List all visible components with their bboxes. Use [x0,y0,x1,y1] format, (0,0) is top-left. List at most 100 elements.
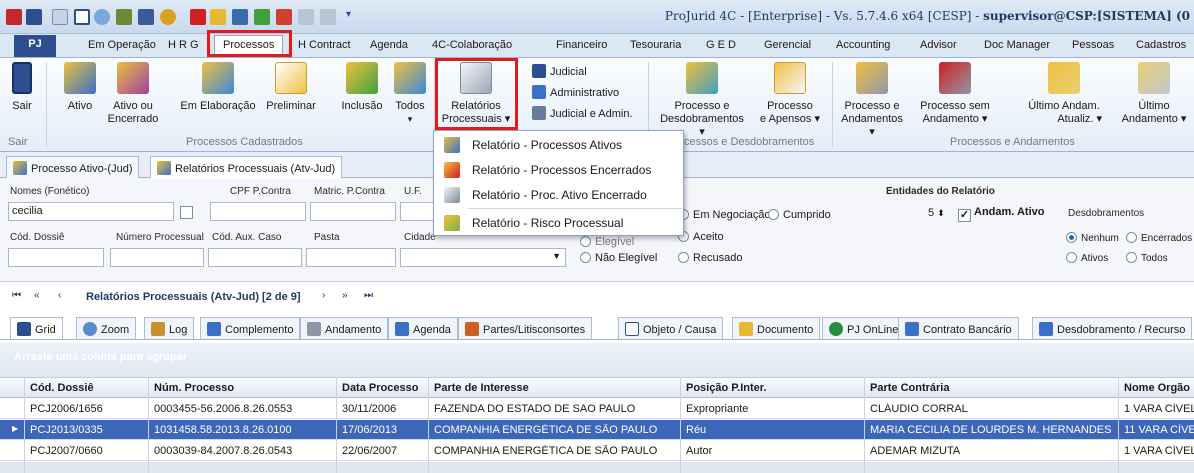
nomes-input[interactable]: cecilia [8,202,174,221]
matric-input[interactable] [310,202,396,221]
tab-doc-manager[interactable]: Doc Manager [984,39,1050,51]
radio-recusado[interactable]: Recusado [678,252,743,264]
tab-advisor[interactable]: Advisor [920,39,957,51]
radio-cumprido[interactable]: Cumprido [768,209,831,221]
export-icon[interactable] [320,9,336,25]
processo-andamentos-button[interactable]: Processo e Andamentos ▾ [838,62,906,139]
radio-nao-elegivel[interactable]: Não Elegível [580,252,657,264]
tab-complemento[interactable]: Complemento [200,317,301,339]
close-record-icon[interactable] [190,9,206,25]
andam-ativo-checkbox[interactable]: ✓ Andam. Ativo [958,206,1045,222]
tab-agenda[interactable]: Agenda [370,39,408,51]
radio-encerrados[interactable]: Encerrados [1126,232,1192,244]
filter-icon[interactable] [232,9,248,25]
window-icon[interactable] [74,9,90,25]
app-icon[interactable] [26,9,42,25]
table-row[interactable]: PCJ2006/1656 0003455-56.2006.8.26.0553 3… [0,399,1194,419]
tab-gerencial[interactable]: Gerencial [764,39,811,51]
prev-record-icon[interactable]: ‹ [58,290,61,301]
tab-contrato-bancario[interactable]: Contrato Bancário [898,317,1019,339]
tab-log[interactable]: Log [144,317,195,339]
group-by-area[interactable]: Arraste uma coluna para agrupar [0,343,1194,377]
app-menu-button[interactable]: PJ [14,35,56,57]
column-header-cod-dossie[interactable]: Cód. Dossiê [30,382,94,394]
table-row-selected[interactable]: ▶ PCJ2013/0335 1031458.58.2013.8.26.0100… [0,420,1194,440]
tab-h-contract[interactable]: H Contract [298,39,351,51]
next-page-icon[interactable]: » [342,290,348,301]
tab-financeiro[interactable]: Financeiro [556,39,607,51]
tab-pj-online[interactable]: PJ OnLine [822,317,906,339]
tab-andamento[interactable]: Andamento [300,317,389,339]
processo-sem-andamento-button[interactable]: Processo sem Andamento ▾ [914,62,996,126]
tab-grid[interactable]: Grid [10,317,63,339]
tab-cadastros[interactable]: Cadastros [1136,39,1186,51]
todos-button[interactable]: Todos ▾ [390,62,430,126]
uf-input[interactable] [400,202,434,221]
prev-page-icon[interactable]: « [34,290,40,301]
cpf-input[interactable] [210,202,306,221]
radio-aceito[interactable]: Aceito [678,231,724,243]
tab-zoom[interactable]: Zoom [76,317,137,339]
judicial-button[interactable]: Judicial [532,64,587,78]
tab-desdobramento-recurso[interactable]: Desdobramento / Recurso [1032,317,1193,339]
tab-documento[interactable]: Documento [732,317,821,339]
customize-toolbar-icon[interactable]: ▾ [346,9,362,25]
tab-ged[interactable]: G E D [706,39,736,51]
administrativo-button[interactable]: Administrativo [532,85,619,99]
inclusao-button[interactable]: Inclusão [338,62,386,113]
tab-em-operacao[interactable]: Em Operação [88,39,156,51]
tab-partes[interactable]: Partes/Litisconsortes [458,317,593,339]
table-row-partial[interactable] [0,462,1194,473]
next-record-icon[interactable]: › [322,290,325,301]
column-header-parte-contraria[interactable]: Parte Contrária [870,382,949,394]
menu-item-risco-processual[interactable]: Relatório - Risco Processual [434,211,683,235]
entidades-spinner[interactable]: 5 ⬍ [928,207,945,219]
tab-accounting[interactable]: Accounting [836,39,890,51]
sair-button[interactable]: Sair [4,62,40,113]
ultimo-andam-atualiz-button[interactable]: Último Andam. Atualiz. ▾ [1026,62,1102,126]
radio-nenhum[interactable]: Nenhum [1066,232,1119,244]
tab-hrg[interactable]: H R G [168,39,199,51]
em-elaboracao-button[interactable]: Em Elaboração [178,62,258,113]
tab-tesouraria[interactable]: Tesouraria [630,39,681,51]
quick-access-menu-icon[interactable] [52,9,68,25]
cod-dossie-input[interactable] [8,248,104,267]
column-header-data-processo[interactable]: Data Processo [342,382,418,394]
column-header-parte-interesse[interactable]: Parte de Interesse [434,382,529,394]
column-header-num-processo[interactable]: Núm. Processo [154,382,234,394]
search-icon[interactable] [160,9,176,25]
pasta-input[interactable] [306,248,396,267]
ultimo-andamento-button[interactable]: Último Andamento ▾ [1118,62,1190,126]
processo-apensos-button[interactable]: Processo e Apensos ▾ [752,62,828,126]
delete-icon[interactable] [276,9,292,25]
last-record-icon[interactable]: ⏭ [364,290,373,301]
preliminar-button[interactable]: Preliminar [262,62,320,113]
processo-desdobramentos-button[interactable]: Processo e Desdobramentos ▾ [656,62,748,139]
tab-pessoas[interactable]: Pessoas [1072,39,1114,51]
tools-icon[interactable] [116,9,132,25]
menu-item-processos-encerrados[interactable]: Relatório - Processos Encerrados [434,158,683,182]
column-header-nome-orgao[interactable]: Nome Orgão [1124,382,1190,394]
menu-item-processos-ativos[interactable]: Relatório - Processos Ativos [434,133,683,157]
first-record-icon[interactable]: ⏮ [12,290,21,301]
radio-ativos[interactable]: Ativos [1066,252,1108,264]
doc-tab-relatorios-processuais[interactable]: Relatórios Processuais (Atv-Jud) [150,156,343,178]
cod-aux-input[interactable] [208,248,302,267]
radio-em-negociacao[interactable]: Em Negociação [678,209,771,221]
judicial-admin-button[interactable]: Judicial e Admin. [532,106,633,120]
tab-4c-colaboracao[interactable]: 4C-Colaboração [432,39,512,51]
folder-icon[interactable] [210,9,226,25]
radio-todos[interactable]: Todos [1126,252,1168,264]
fonetico-checkbox[interactable] [180,206,193,219]
table-row[interactable]: PCJ2007/0660 0003039-84.2007.8.26.0543 2… [0,441,1194,461]
num-processual-input[interactable] [110,248,204,267]
cidade-select[interactable]: ▼ [400,248,566,267]
ativo-encerrado-button[interactable]: Ativo ou Encerrado [104,62,162,126]
refresh-icon[interactable] [94,9,110,25]
grid-icon[interactable] [138,9,154,25]
radio-elegivel[interactable]: Elegível [580,236,634,248]
tab-agenda[interactable]: Agenda [388,317,458,339]
column-header-posicao[interactable]: Posição P.Inter. [686,382,767,394]
edit-icon[interactable] [298,9,314,25]
add-icon[interactable] [254,9,270,25]
